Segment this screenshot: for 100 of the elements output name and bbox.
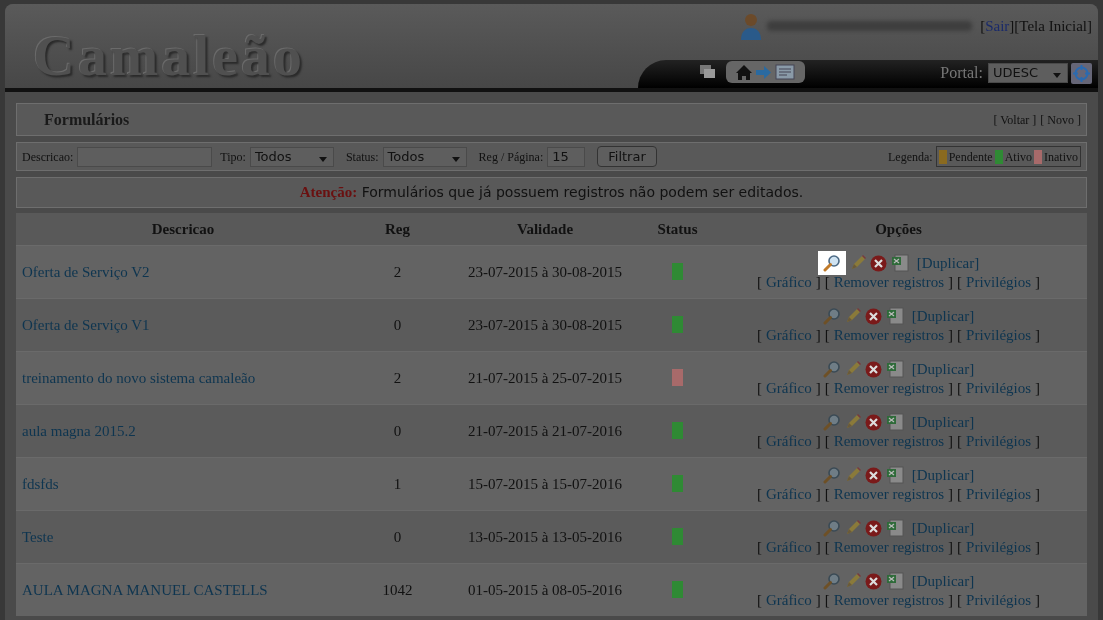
option-link[interactable]: Privilégios bbox=[966, 539, 1032, 556]
bracket-text: [ bbox=[756, 380, 762, 397]
bracket-text: ] bbox=[1035, 486, 1041, 503]
bracket-text: [ bbox=[957, 486, 963, 503]
delete-icon[interactable] bbox=[864, 360, 882, 378]
form-link[interactable]: AULA MAGNA MANUEL CASTELLS bbox=[22, 581, 268, 598]
option-link[interactable]: Privilégios bbox=[966, 327, 1032, 344]
windows-icon[interactable] bbox=[700, 65, 716, 79]
reg-count: 0 bbox=[393, 528, 402, 545]
duplicate-link[interactable]: [Duplicar] bbox=[911, 357, 975, 381]
reg-count: 0 bbox=[393, 422, 402, 439]
bracket-text: [ bbox=[824, 327, 830, 344]
reg-count: 2 bbox=[393, 369, 402, 386]
option-link[interactable]: Remover registros bbox=[833, 380, 945, 397]
duplicate-link[interactable]: [Duplicar] bbox=[911, 516, 975, 540]
option-link[interactable]: Privilégios bbox=[966, 274, 1032, 291]
per-page-field[interactable]: 15 bbox=[547, 146, 586, 167]
bracket-text: ] bbox=[815, 327, 821, 344]
search-icon[interactable] bbox=[817, 251, 846, 275]
caret-icon bbox=[1053, 73, 1061, 78]
option-link[interactable]: Privilégios bbox=[966, 433, 1032, 450]
delete-icon[interactable] bbox=[864, 413, 882, 431]
option-link[interactable]: Remover registros bbox=[833, 486, 945, 503]
type-select[interactable]: Todos bbox=[249, 146, 334, 167]
bracket-text: [ bbox=[756, 327, 762, 344]
user-icon bbox=[739, 12, 764, 40]
duplicate-link[interactable]: [Duplicar] bbox=[911, 463, 975, 487]
header-link[interactable]: Tela Inicial bbox=[1019, 14, 1087, 38]
option-link[interactable]: Gráfico bbox=[765, 274, 812, 291]
legend-text: Pendente bbox=[948, 148, 993, 166]
bracket-text: ] bbox=[1035, 539, 1041, 556]
bracket-text: ] bbox=[815, 433, 821, 450]
bracket-text: [ bbox=[824, 592, 830, 610]
option-link[interactable]: Gráfico bbox=[765, 539, 812, 556]
form-link[interactable]: Oferta de Serviço V1 bbox=[22, 316, 150, 333]
delete-icon[interactable] bbox=[864, 519, 882, 537]
option-link[interactable]: Remover registros bbox=[833, 327, 945, 344]
status-select[interactable]: Todos bbox=[382, 146, 467, 167]
bracket-text: ][ bbox=[1009, 16, 1020, 36]
legend-text: Inativo bbox=[1044, 148, 1078, 166]
bracket-text: ] bbox=[815, 486, 821, 503]
duplicate-link[interactable]: [Duplicar] bbox=[916, 251, 980, 275]
reg-count: 1 bbox=[393, 475, 402, 492]
validity-dates: 21-07-2015 à 21-07-2016 bbox=[467, 422, 623, 439]
bracket-text: [ bbox=[756, 486, 762, 503]
panel-link[interactable]: [ Novo ] bbox=[1040, 110, 1081, 129]
header-link[interactable]: Sair bbox=[985, 14, 1010, 38]
portal-select[interactable]: UDESC bbox=[988, 63, 1068, 83]
option-link[interactable]: Remover registros bbox=[833, 539, 945, 556]
option-link[interactable]: Remover registros bbox=[833, 433, 945, 450]
legend-text: Ativo bbox=[1004, 148, 1032, 166]
document-icon[interactable] bbox=[775, 64, 795, 80]
field-label: Reg / Página: bbox=[478, 148, 544, 166]
duplicate-link[interactable]: [Duplicar] bbox=[911, 570, 975, 593]
option-link[interactable]: Privilégios bbox=[966, 592, 1032, 610]
duplicate-link[interactable]: [Duplicar] bbox=[911, 304, 975, 328]
filter-button[interactable]: Filtrar bbox=[597, 146, 657, 167]
delete-icon[interactable] bbox=[864, 572, 882, 590]
option-link[interactable]: Privilégios bbox=[966, 380, 1032, 397]
column-header: Status bbox=[657, 220, 698, 237]
delete-icon[interactable] bbox=[864, 307, 882, 325]
bracket-text: ] bbox=[815, 592, 821, 610]
bracket-text: ] bbox=[948, 592, 954, 610]
bracket-text: ] bbox=[948, 327, 954, 344]
reg-count: 1042 bbox=[382, 581, 413, 598]
option-link[interactable]: Gráfico bbox=[765, 592, 812, 610]
bracket-text: [ bbox=[756, 592, 762, 610]
bracket-text: [ bbox=[957, 327, 963, 344]
bracket-text: ] bbox=[948, 380, 954, 397]
option-link[interactable]: Gráfico bbox=[765, 486, 812, 503]
form-link[interactable]: Oferta de Serviço V2 bbox=[22, 263, 150, 280]
panel-link[interactable]: [ Voltar ] bbox=[993, 110, 1037, 129]
home-icon[interactable] bbox=[736, 64, 752, 80]
duplicate-link[interactable]: [Duplicar] bbox=[911, 410, 975, 434]
option-link[interactable]: Privilégios bbox=[966, 486, 1032, 503]
form-link[interactable]: treinamento do novo sistema camaleão bbox=[22, 369, 256, 386]
form-link[interactable]: aula magna 2015.2 bbox=[22, 422, 136, 439]
bracket-text: ] bbox=[1035, 433, 1041, 450]
option-link[interactable]: Gráfico bbox=[765, 327, 812, 344]
bracket-text: [ bbox=[756, 433, 762, 450]
form-link[interactable]: Teste bbox=[22, 528, 54, 545]
form-link[interactable]: fdsfds bbox=[22, 475, 59, 492]
option-link[interactable]: Remover registros bbox=[833, 592, 945, 610]
column-header: Descricao bbox=[151, 220, 215, 237]
bracket-text: ] bbox=[1035, 380, 1041, 397]
validity-dates: 21-07-2015 à 25-07-2015 bbox=[467, 369, 623, 386]
option-link[interactable]: Gráfico bbox=[765, 380, 812, 397]
reg-count: 0 bbox=[393, 316, 402, 333]
bracket-text: [ bbox=[957, 539, 963, 556]
bracket-text: ] bbox=[1035, 327, 1041, 344]
caret-icon bbox=[318, 156, 327, 162]
delete-icon[interactable] bbox=[864, 466, 882, 484]
column-header: Reg bbox=[385, 220, 410, 237]
option-link[interactable]: Remover registros bbox=[833, 274, 945, 291]
bracket-text: ] bbox=[1035, 592, 1041, 610]
delete-icon[interactable] bbox=[869, 254, 887, 272]
bracket-text: [ bbox=[980, 16, 986, 36]
option-link[interactable]: Gráfico bbox=[765, 433, 812, 450]
legend-label: Legenda: bbox=[888, 148, 933, 166]
bracket-text: [ bbox=[756, 274, 762, 291]
